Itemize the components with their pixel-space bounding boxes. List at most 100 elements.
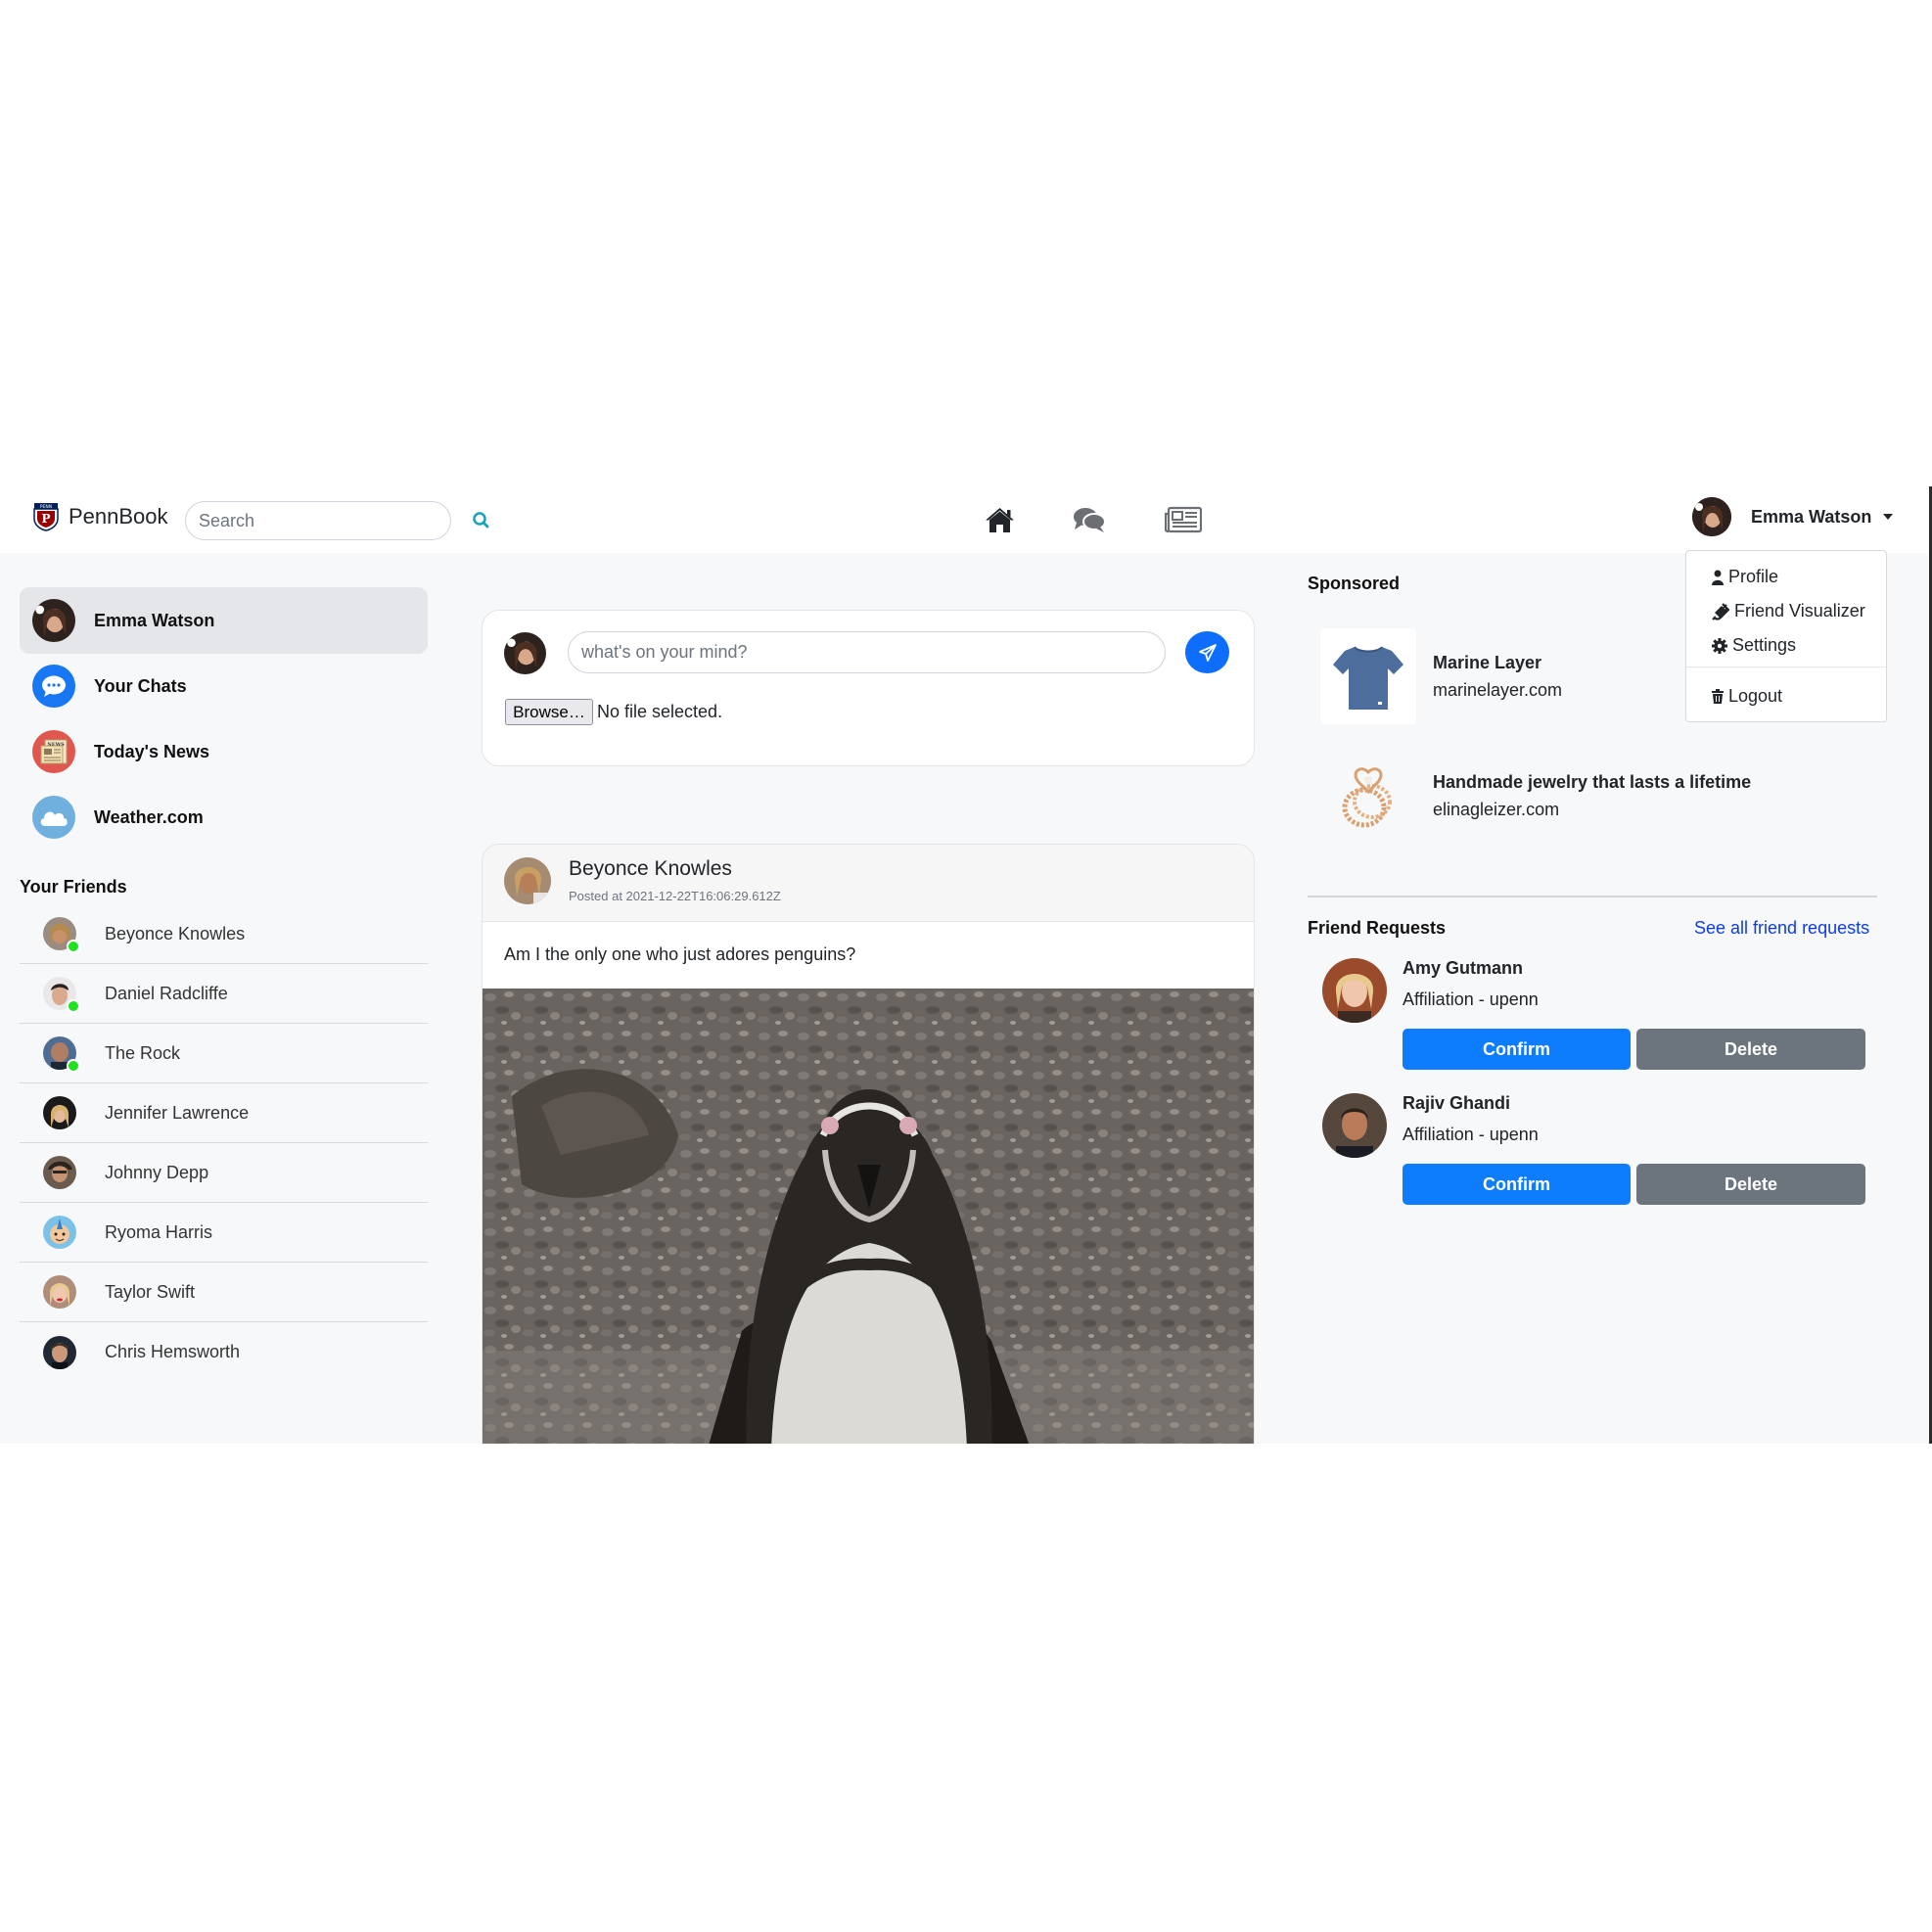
chats-icon[interactable]: [1073, 500, 1106, 539]
user-name: Emma Watson: [1751, 506, 1872, 527]
browse-file-button[interactable]: Browse…: [505, 699, 593, 725]
ad-title: Handmade jewelry that lasts a lifetime: [1433, 771, 1752, 792]
menu-item-label: Settings: [1732, 635, 1797, 655]
friend-row[interactable]: Jennifer Lawrence: [20, 1083, 428, 1143]
post-author-name[interactable]: Beyonce Knowles: [569, 857, 732, 881]
friend-name: Chris Hemsworth: [105, 1342, 241, 1361]
post-text: Am I the only one who just adores pengui…: [504, 944, 856, 964]
friend-row[interactable]: The Rock: [20, 1024, 428, 1083]
request-affiliation: Affiliation - upenn: [1403, 1125, 1539, 1144]
ad-item[interactable]: Marine Layer marinelayer.com: [1320, 628, 1562, 724]
online-status-dot: [67, 940, 80, 953]
user-dropdown-menu: Profile Friend Visualizer Settings Logou…: [1685, 550, 1887, 722]
paper-plane-icon: [1198, 643, 1217, 662]
chevron-down-icon: [1883, 514, 1894, 520]
svg-text:NEWS: NEWS: [47, 742, 65, 748]
ad-url[interactable]: marinelayer.com: [1433, 680, 1562, 701]
avatar: [43, 1216, 76, 1249]
file-status-text: No file selected.: [597, 702, 723, 721]
ad-image-tshirt: [1320, 628, 1416, 724]
sponsored-title: Sponsored: [1308, 574, 1401, 593]
avatar: [1322, 1093, 1387, 1158]
online-status-dot: [67, 1059, 80, 1073]
send-post-button[interactable]: [1185, 631, 1229, 673]
friend-name: Beyonce Knowles: [105, 923, 246, 943]
friend-name: Ryoma Harris: [105, 1221, 213, 1242]
friend-name: Daniel Radcliffe: [105, 983, 228, 1003]
menu-item-friend-visualizer[interactable]: Friend Visualizer: [1712, 601, 1865, 621]
menu-item-label: Profile: [1728, 567, 1779, 586]
gear-icon: [1712, 637, 1727, 654]
sidebar-item-label: Weather.com: [94, 806, 204, 827]
menu-item-profile[interactable]: Profile: [1712, 567, 1778, 587]
news-icon: NEWS: [32, 730, 75, 773]
brand[interactable]: P PENN PennBook: [33, 502, 168, 531]
menu-item-settings[interactable]: Settings: [1712, 635, 1796, 656]
delete-request-button[interactable]: Delete: [1636, 1029, 1865, 1070]
search-icon[interactable]: [470, 509, 493, 532]
friend-name: Jennifer Lawrence: [105, 1102, 250, 1123]
avatar: [43, 917, 80, 953]
plug-icon: [1712, 602, 1729, 621]
friend-name: Taylor Swift: [105, 1281, 196, 1302]
avatar: [32, 599, 75, 642]
post-image: [483, 989, 1254, 1444]
request-name[interactable]: Rajiv Ghandi: [1403, 1093, 1510, 1114]
post-text-input[interactable]: [568, 631, 1166, 673]
avatar: [43, 977, 80, 1013]
avatar: [504, 632, 546, 674]
avatar: [43, 1096, 76, 1129]
ad-url[interactable]: elinagleizer.com: [1433, 800, 1751, 820]
see-all-friend-requests-link[interactable]: See all friend requests: [1694, 918, 1869, 939]
post-timestamp: Posted at 2021-12-22T16:06:29.612Z: [569, 889, 781, 903]
avatar: [43, 1335, 76, 1369]
avatar: [1322, 958, 1387, 1023]
friend-row[interactable]: Beyonce Knowles: [20, 904, 428, 964]
friend-row[interactable]: Daniel Radcliffe: [20, 964, 428, 1024]
sidebar-item-weather[interactable]: Weather.com: [20, 784, 428, 851]
menu-item-label: Logout: [1728, 686, 1783, 706]
user-menu-toggle[interactable]: Emma Watson: [1692, 497, 1894, 536]
friend-row[interactable]: Chris Hemsworth: [20, 1322, 428, 1382]
app-window: P PENN PennBook Search Emma Watson Profi…: [0, 486, 1932, 1444]
friend-row[interactable]: Johnny Depp: [20, 1143, 428, 1203]
avatar: [43, 1275, 76, 1309]
friend-row[interactable]: Ryoma Harris: [20, 1203, 428, 1263]
online-status-dot: [67, 999, 80, 1013]
user-icon: [1712, 570, 1724, 585]
friend-request-item: Rajiv Ghandi Affiliation - upenn Confirm…: [1322, 1093, 1870, 1220]
avatar: [43, 1036, 80, 1073]
ad-title: Marine Layer: [1433, 652, 1542, 672]
post-composer: Browse… No file selected.: [482, 610, 1255, 766]
delete-request-button[interactable]: Delete: [1636, 1164, 1865, 1205]
sidebar-item-profile[interactable]: Emma Watson: [20, 587, 428, 654]
news-icon[interactable]: [1165, 500, 1202, 539]
avatar: [1692, 497, 1731, 536]
avatar[interactable]: [504, 857, 551, 904]
home-icon[interactable]: [984, 500, 1015, 539]
post-header: Beyonce Knowles Posted at 2021-12-22T16:…: [483, 845, 1254, 922]
ad-item[interactable]: Handmade jewelry that lasts a lifetime e…: [1320, 748, 1751, 844]
friend-row[interactable]: Taylor Swift: [20, 1263, 428, 1322]
request-name[interactable]: Amy Gutmann: [1403, 958, 1523, 979]
sidebar-item-label: Today's News: [94, 741, 209, 761]
penn-logo-icon: P PENN: [33, 503, 59, 531]
menu-item-label: Friend Visualizer: [1734, 601, 1865, 621]
menu-item-logout[interactable]: Logout: [1712, 686, 1782, 707]
trash-icon: [1712, 689, 1724, 704]
confirm-request-button[interactable]: Confirm: [1403, 1029, 1631, 1070]
top-navbar: P PENN PennBook Search Emma Watson: [0, 486, 1929, 553]
svg-text:PENN: PENN: [40, 504, 52, 510]
section-divider: [1308, 896, 1877, 897]
search-input[interactable]: [185, 501, 451, 540]
post-card: Beyonce Knowles Posted at 2021-12-22T16:…: [482, 844, 1255, 1444]
confirm-request-button[interactable]: Confirm: [1403, 1164, 1631, 1205]
sidebar-item-label: Your Chats: [94, 675, 187, 696]
friend-requests-title: Friend Requests: [1308, 918, 1447, 938]
sidebar-item-chats[interactable]: Your Chats: [20, 653, 428, 719]
avatar: [43, 1156, 76, 1189]
sidebar-item-news[interactable]: NEWS Today's News: [20, 718, 428, 785]
sidebar-item-label: Emma Watson: [94, 610, 215, 630]
friends-section-title: Your Friends: [20, 877, 127, 897]
messenger-icon: [32, 665, 75, 708]
